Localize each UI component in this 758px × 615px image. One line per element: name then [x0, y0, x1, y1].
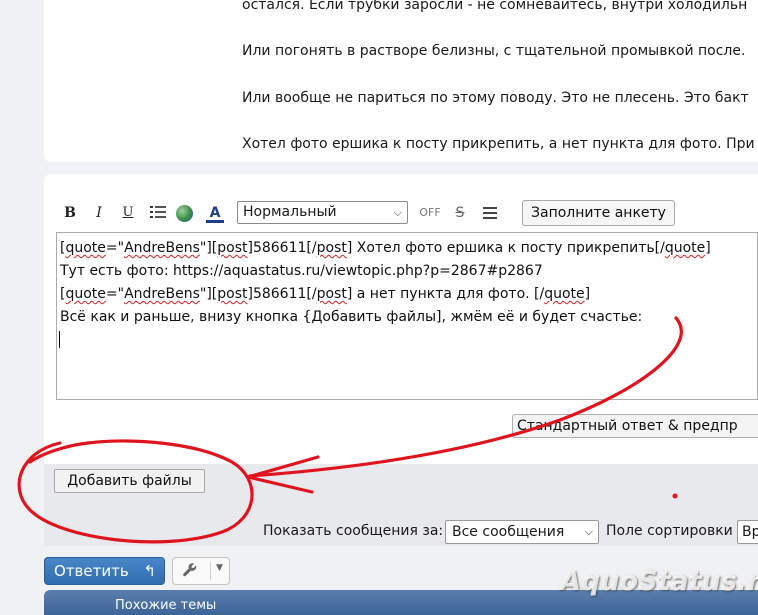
sort-field-value: Вр [742, 524, 758, 540]
font-size-value: Нормальный [243, 204, 337, 220]
tools-button[interactable]: ▼ [172, 557, 230, 585]
split-divider [210, 562, 211, 580]
strike-button[interactable]: S [451, 197, 469, 229]
show-posts-label: Показать сообщения за: [263, 523, 444, 539]
off-button[interactable]: OFF [419, 197, 441, 229]
post-line: Хотел фото ершика к посту прикрепить, а … [242, 136, 755, 152]
chevron-down-icon: ⌵ [393, 206, 402, 219]
add-files-button[interactable]: Добавить файлы [54, 469, 205, 493]
list-icon[interactable] [148, 197, 168, 229]
similar-topics-title: Похожие темы [115, 598, 217, 613]
editor-line: Тут есть фото: https://aquastatus.ru/vie… [60, 263, 543, 279]
reply-arrow-icon: ↰ [143, 562, 156, 580]
show-posts-select[interactable]: Все сообщения ⌵ [445, 520, 599, 544]
post-line: остался. Если трубки заросли - не сомнев… [242, 0, 748, 13]
message-textarea[interactable]: [quote="AndreBens"][post]586611[/post] Х… [56, 232, 758, 400]
standard-reply-button[interactable]: Стандартный ответ & предпр [512, 414, 758, 438]
editor-toolbar: B I U A Нормальный ⌵ OFF S Заполните анк… [56, 197, 758, 229]
post-line: Или погонять в растворе белизны, с тщате… [242, 43, 746, 59]
reply-button-label: Ответить [54, 562, 129, 580]
sort-field-select[interactable]: Вр [737, 520, 758, 544]
globe-icon[interactable] [176, 205, 193, 222]
reply-button[interactable]: Ответить ↰ [44, 557, 165, 585]
italic-button[interactable]: I [91, 197, 107, 229]
sort-field-label: Поле сортировки [606, 523, 733, 539]
editor-line: Всё как и раньше, внизу кнопка {Добавить… [60, 309, 643, 325]
site-watermark: AquoStatus.ru [560, 566, 758, 597]
show-posts-value: Все сообщения [452, 524, 565, 540]
bold-button[interactable]: B [62, 197, 78, 229]
survey-button[interactable]: Заполните анкету [522, 200, 675, 226]
underline-button[interactable]: U [120, 197, 136, 229]
caret-down-icon[interactable]: ▼ [216, 563, 223, 573]
post-line: Или вообще не париться по этому поводу. … [242, 90, 749, 106]
editor-line: [quote="AndreBens"][post]586611[/post] а… [60, 286, 591, 302]
align-icon[interactable] [481, 197, 499, 229]
editor-line: [quote="AndreBens"][post]586611[/post] Х… [60, 240, 711, 256]
font-color-button[interactable]: A [206, 197, 224, 229]
post-content: остался. Если трубки заросли - не сомнев… [44, 0, 758, 162]
chevron-down-icon: ⌵ [584, 525, 593, 538]
text-caret [59, 331, 60, 348]
wrench-icon [182, 562, 198, 582]
font-size-select[interactable]: Нормальный ⌵ [237, 201, 408, 224]
